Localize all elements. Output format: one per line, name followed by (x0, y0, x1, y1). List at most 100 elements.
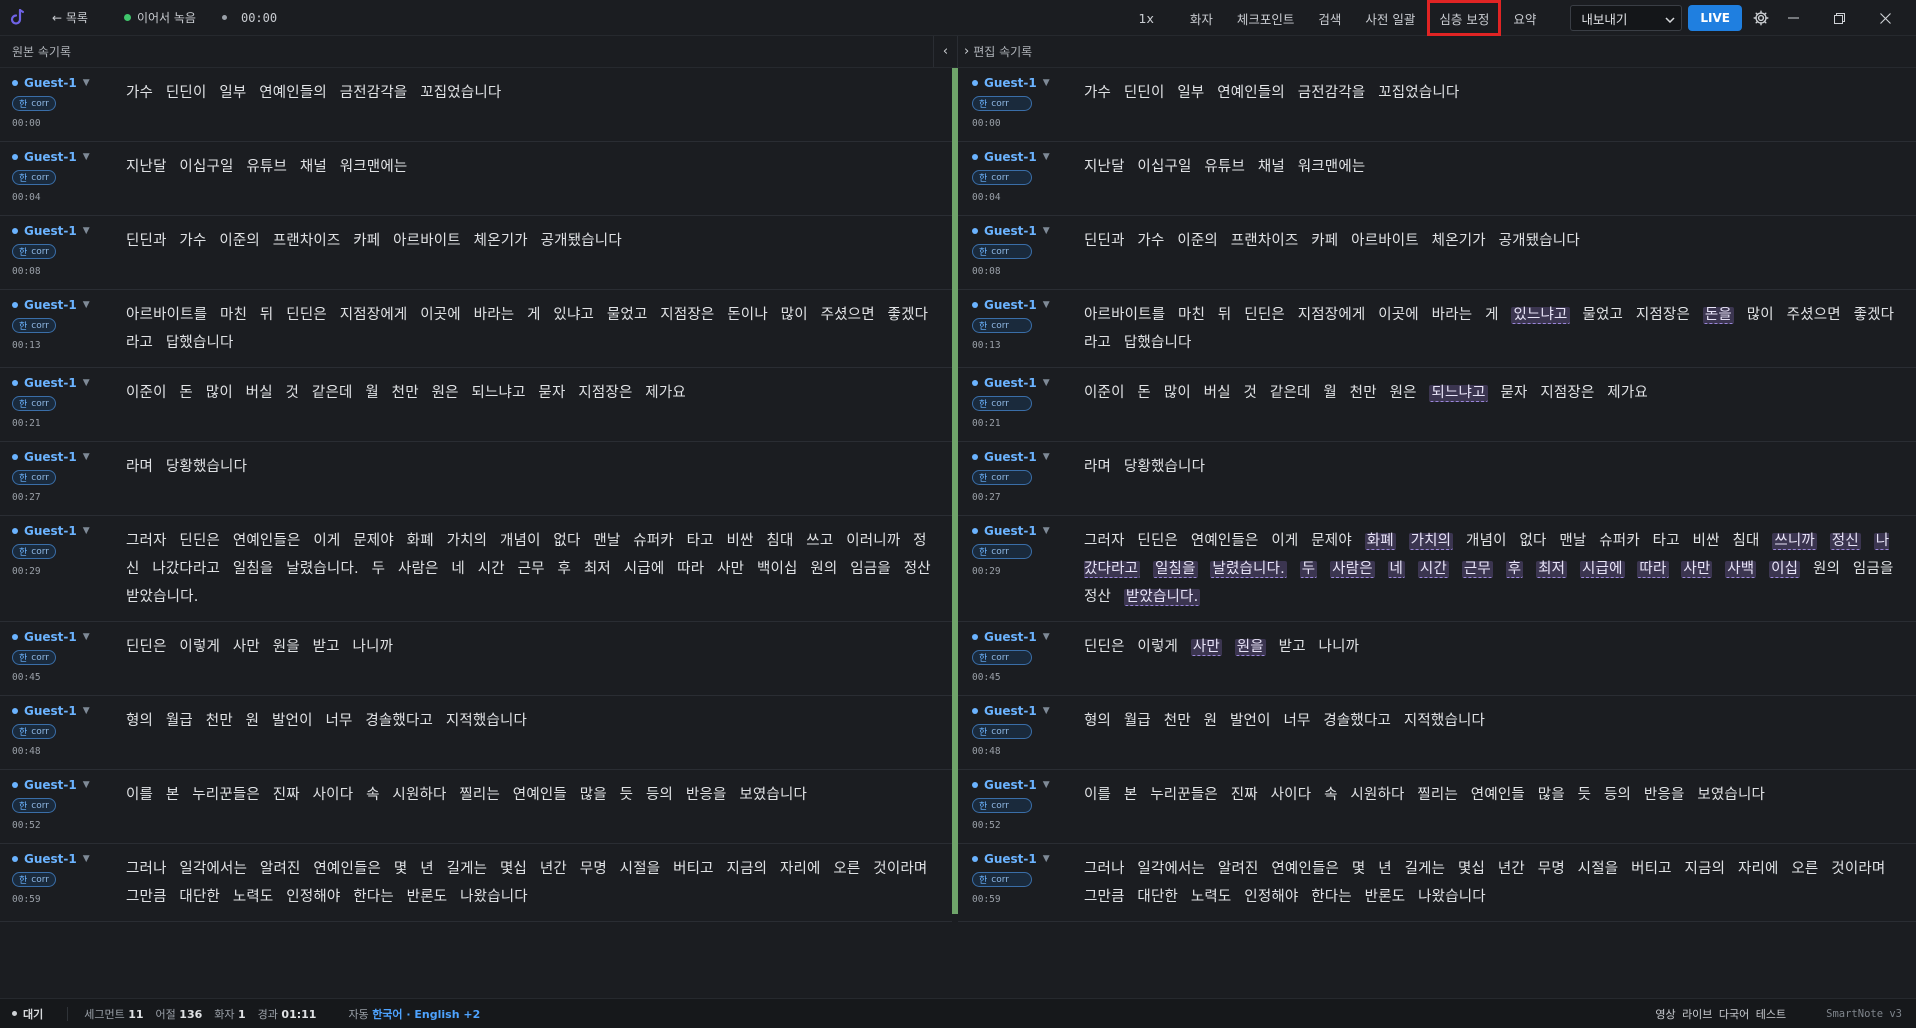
transcript-segment[interactable]: Guest-1 ▼ 한 corr 00:00 가수 딘딘이 일부 연예인들의 금전감각을 … (958, 68, 1916, 142)
transcript-segment[interactable]: Guest-1 ▼ 한 corr 00:52 이를 본 누리꾼들은 진짜 사이다 속 시원… (0, 770, 952, 844)
transcript-segment[interactable]: Guest-1 ▼ 한 corr 00:08 딘딘과 가수 이준의 프랜차이즈 카페 아르… (958, 216, 1916, 290)
corrected-word[interactable]: 시간 (1417, 561, 1449, 578)
original-segment-text[interactable]: 이를 본 누리꾼들은 진짜 사이다 속 시원하다 찔리는 연예인들 많을 듯 등… (116, 770, 952, 843)
speaker-selector[interactable]: Guest-1 ▼ (12, 450, 116, 464)
original-segment-text[interactable]: 딘딘과 가수 이준의 프랜차이즈 카페 아르바이트 체온기가 공개됐습니다 (116, 216, 952, 289)
corrected-word[interactable]: 최저 (1536, 561, 1568, 578)
transcript-segment[interactable]: Guest-1 ▼ 한 corr 00:08 딘딘과 가수 이준의 프랜차이즈 카페 아르… (0, 216, 952, 290)
speaker-selector[interactable]: Guest-1 ▼ (972, 298, 1076, 312)
corrected-word[interactable]: 정신 (1829, 533, 1861, 550)
original-segment-text[interactable]: 딘딘은 이렇게 사만 원을 받고 나니까 (116, 622, 952, 695)
speaker-selector[interactable]: Guest-1 ▼ (972, 376, 1076, 390)
corrected-word[interactable]: 근무 (1461, 561, 1493, 578)
transcript-segment[interactable]: Guest-1 ▼ 한 corr 00:21 이준이 돈 많이 버실 것 같은데 월 천만… (958, 368, 1916, 442)
back-to-list-button[interactable]: ← 목록 (52, 9, 88, 26)
transcript-segment[interactable]: Guest-1 ▼ 한 corr 00:27 라며 당황했습니다 (0, 442, 952, 516)
speaker-selector[interactable]: Guest-1 ▼ (12, 778, 116, 792)
language-badge[interactable]: 한 corr (972, 470, 1032, 485)
transcript-segment[interactable]: Guest-1 ▼ 한 corr 00:27 라며 당황했습니다 (958, 442, 1916, 516)
segment-timestamp[interactable]: 00:29 (972, 566, 1076, 577)
speaker-selector[interactable]: Guest-1 ▼ (972, 852, 1076, 866)
maximize-icon[interactable] (1816, 0, 1862, 36)
corrected-word[interactable]: 화폐 (1364, 533, 1396, 550)
corrected-word[interactable]: 사람은 (1330, 561, 1375, 578)
edited-segment-text[interactable]: 딘딘과 가수 이준의 프랜차이즈 카페 아르바이트 체온기가 공개됐습니다 (1076, 216, 1916, 289)
edited-segment-text[interactable]: 가수 딘딘이 일부 연예인들의 금전감각을 꼬집었습니다 (1076, 68, 1916, 141)
speaker-selector[interactable]: Guest-1 ▼ (972, 704, 1076, 718)
language-badge[interactable]: 한 corr (12, 872, 56, 887)
edited-segment-text[interactable]: 그러자 딘딘은 연예인들은 이게 문제야 화폐 가치의 개념이 없다 맨날 슈퍼… (1076, 516, 1916, 621)
speaker-selector[interactable]: Guest-1 ▼ (12, 852, 116, 866)
speaker-selector[interactable]: Guest-1 ▼ (972, 450, 1076, 464)
speaker-selector[interactable]: Guest-1 ▼ (12, 76, 116, 90)
close-icon[interactable] (1862, 0, 1908, 36)
speaker-selector[interactable]: Guest-1 ▼ (12, 630, 116, 644)
segment-timestamp[interactable]: 00:13 (12, 340, 116, 351)
transcript-segment[interactable]: Guest-1 ▼ 한 corr 00:48 형의 월급 천만 원 발언이 너무 경솔했다… (958, 696, 1916, 770)
language-badge[interactable]: 한 corr (972, 872, 1032, 887)
speaker-selector[interactable]: Guest-1 ▼ (972, 224, 1076, 238)
language-badge[interactable]: 한 corr (12, 798, 56, 813)
corrected-word[interactable]: 사만 (1190, 639, 1222, 656)
speaker-selector[interactable]: Guest-1 ▼ (12, 150, 116, 164)
edited-segment-text[interactable]: 라며 당황했습니다 (1076, 442, 1916, 515)
corrected-word[interactable]: 받았습니다. (1123, 589, 1201, 606)
speaker-selector[interactable]: Guest-1 ▼ (12, 298, 116, 312)
original-segment-text[interactable]: 라며 당황했습니다 (116, 442, 952, 515)
language-badge[interactable]: 한 corr (972, 650, 1032, 665)
continue-recording-button[interactable]: 이어서 녹음 (123, 9, 196, 26)
original-segment-text[interactable]: 아르바이트를 마친 뒤 딘딘은 지점장에게 이곳에 바라는 게 있냐고 물었고 … (116, 290, 952, 367)
language-badge[interactable]: 한 corr (12, 96, 56, 111)
original-segment-text[interactable]: 가수 딘딘이 일부 연예인들의 금전감각을 꼬집었습니다 (116, 68, 952, 141)
segment-timestamp[interactable]: 00:08 (972, 266, 1076, 277)
transcript-segment[interactable]: Guest-1 ▼ 한 corr 00:52 이를 본 누리꾼들은 진짜 사이다 속 시원… (958, 770, 1916, 844)
language-badge[interactable]: 한 corr (12, 170, 56, 185)
segment-timestamp[interactable]: 00:00 (12, 118, 116, 129)
segment-timestamp[interactable]: 00:59 (12, 894, 116, 905)
corrected-word[interactable]: 가치의 (1408, 533, 1454, 550)
original-segment-text[interactable]: 그러나 일각에서는 알려진 연예인들은 몇 년 길게는 몇십 년간 무명 시절을… (116, 844, 952, 921)
corrected-word[interactable]: 시급에 (1579, 561, 1625, 578)
corrected-word[interactable]: 돈을 (1702, 307, 1734, 324)
segment-timestamp[interactable]: 00:48 (972, 746, 1076, 757)
language-badge[interactable]: 한 corr (972, 96, 1032, 111)
segment-timestamp[interactable]: 00:13 (972, 340, 1076, 351)
language-badge[interactable]: 한 corr (972, 244, 1032, 259)
corrected-word[interactable]: 따라 (1637, 561, 1669, 578)
segment-timestamp[interactable]: 00:29 (12, 566, 116, 577)
corrected-word[interactable]: 이십 (1769, 561, 1801, 578)
speaker-selector[interactable]: Guest-1 ▼ (12, 376, 116, 390)
corrected-word[interactable]: 두 (1299, 561, 1318, 578)
segment-timestamp[interactable]: 00:52 (12, 820, 116, 831)
playback-speed-button[interactable]: 1x (1127, 4, 1166, 32)
edited-segment-text[interactable]: 딘딘은 이렇게 사만 원을 받고 나니까 (1076, 622, 1916, 695)
segment-timestamp[interactable]: 00:21 (12, 418, 116, 429)
transcript-segment[interactable]: Guest-1 ▼ 한 corr 00:59 그러나 일각에서는 알려진 연예인들은 몇 … (958, 844, 1916, 922)
language-badge[interactable]: 한 corr (972, 544, 1032, 559)
edited-segment-text[interactable]: 형의 월급 천만 원 발언이 너무 경솔했다고 지적했습니다 (1076, 696, 1916, 769)
edited-segment-text[interactable]: 이를 본 누리꾼들은 진짜 사이다 속 시원하다 찔리는 연예인들 많을 듯 등… (1076, 770, 1916, 843)
menu-summary[interactable]: 요약 (1501, 4, 1548, 32)
corrected-word[interactable]: 사만 (1681, 561, 1713, 578)
menu-deep-correction[interactable]: 심층 보정 (1427, 0, 1502, 36)
transcript-segment[interactable]: Guest-1 ▼ 한 corr 00:04 지난달 이십구일 유튜브 채널 워크맨에는 (0, 142, 952, 216)
language-badge[interactable]: 한 corr (972, 724, 1032, 739)
transcript-segment[interactable]: Guest-1 ▼ 한 corr 00:48 형의 월급 천만 원 발언이 너무 경솔했다… (0, 696, 952, 770)
language-badge[interactable]: 한 corr (12, 650, 56, 665)
original-segment-text[interactable]: 지난달 이십구일 유튜브 채널 워크맨에는 (116, 142, 952, 215)
minimize-icon[interactable] (1770, 0, 1816, 36)
speaker-selector[interactable]: Guest-1 ▼ (972, 778, 1076, 792)
original-segment-text[interactable]: 그러자 딘딘은 연예인들은 이게 문제야 화폐 가치의 개념이 없다 맨날 슈퍼… (116, 516, 952, 621)
corrected-word[interactable]: 날렸습니다. (1210, 561, 1287, 578)
edited-segment-text[interactable]: 이준이 돈 많이 버실 것 같은데 월 천만 원은 되느냐고 묻자 지점장은 제… (1076, 368, 1916, 441)
menu-speaker[interactable]: 화자 (1178, 4, 1225, 32)
edited-segment-text[interactable]: 아르바이트를 마친 뒤 딘딘은 지점장에게 이곳에 바라는 게 있느냐고 물었고… (1076, 290, 1916, 367)
original-segment-text[interactable]: 형의 월급 천만 원 발언이 너무 경솔했다고 지적했습니다 (116, 696, 952, 769)
language-badge[interactable]: 한 corr (972, 396, 1032, 411)
language-badge[interactable]: 한 corr (12, 396, 56, 411)
edited-segment-text[interactable]: 그러나 일각에서는 알려진 연예인들은 몇 년 길게는 몇십 년간 무명 시절을… (1076, 844, 1916, 921)
corrected-word[interactable]: 있느냐고 (1511, 307, 1570, 324)
chevron-left-icon[interactable]: ‹ (934, 36, 958, 67)
language-badge[interactable]: 한 corr (12, 724, 56, 739)
segment-timestamp[interactable]: 00:00 (972, 118, 1076, 129)
